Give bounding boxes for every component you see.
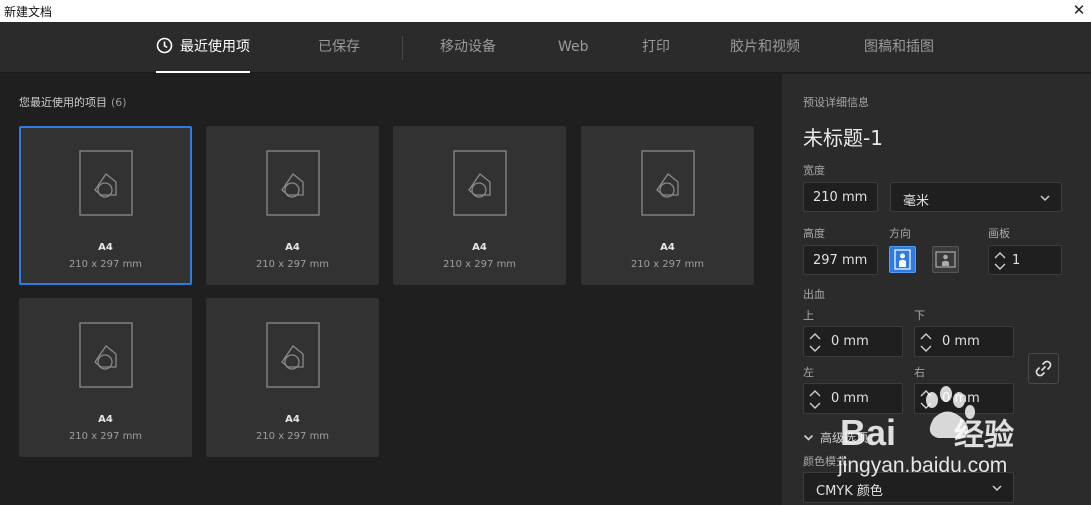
landscape-orientation-button[interactable] — [932, 246, 959, 273]
preset-name: A4 — [98, 242, 113, 253]
preset-card[interactable]: A4 210 x 297 mm — [393, 126, 566, 285]
bleed-right-value: 0 mm — [942, 391, 980, 406]
bleed-left-value: 0 mm — [831, 391, 869, 406]
bleed-top-label: 上 — [803, 309, 814, 322]
document-shapes-icon — [265, 322, 320, 388]
tab-art-illustration[interactable]: 图稿和插图 — [864, 22, 934, 73]
width-label: 宽度 — [803, 164, 825, 177]
tab-saved[interactable]: 已保存 — [318, 22, 360, 73]
chevron-down-icon — [803, 434, 814, 441]
advanced-options-toggle[interactable]: 高级选项 — [803, 429, 868, 446]
stepper-arrows-icon[interactable] — [807, 387, 823, 412]
link-chain-icon — [1035, 360, 1052, 377]
preset-name: A4 — [98, 414, 113, 425]
bleed-top-input[interactable]: 0 mm — [803, 326, 903, 357]
color-mode-value: CMYK 颜色 — [816, 484, 883, 499]
preset-card[interactable]: A4 210 x 297 mm — [206, 298, 379, 457]
preset-card[interactable]: A4 210 x 297 mm — [19, 298, 192, 457]
bleed-bottom-input[interactable]: 0 mm — [914, 326, 1014, 357]
unit-value: 毫米 — [903, 194, 930, 209]
preset-size: 210 x 297 mm — [255, 259, 330, 270]
preset-name: A4 — [660, 242, 675, 253]
document-shapes-icon — [452, 150, 507, 216]
recent-count: (6) — [111, 96, 127, 109]
window-title-bar: 新建文档 ✕ — [0, 0, 1091, 22]
bleed-left-label: 左 — [803, 366, 814, 379]
document-shapes-icon — [265, 150, 320, 216]
preset-size: 210 x 297 mm — [442, 259, 517, 270]
tab-divider — [402, 36, 403, 60]
chevron-down-icon — [1040, 195, 1050, 202]
recent-heading: 您最近使用的项目 (6) — [19, 94, 127, 110]
tab-print[interactable]: 打印 — [642, 22, 670, 73]
stepper-arrows-icon[interactable] — [992, 249, 1008, 273]
stepper-arrows-icon[interactable] — [918, 330, 934, 355]
tab-recent[interactable]: 最近使用项 — [156, 22, 250, 73]
preset-size: 210 x 297 mm — [68, 431, 143, 442]
bleed-label: 出血 — [803, 288, 825, 301]
advanced-options-label: 高级选项 — [820, 431, 869, 445]
clock-icon — [156, 37, 173, 54]
category-tab-bar: 最近使用项 已保存 移动设备 Web 打印 胶片和视频 图稿和插图 — [0, 22, 1091, 73]
document-shapes-icon — [78, 150, 133, 216]
preset-details-label: 预设详细信息 — [803, 96, 869, 109]
document-shapes-icon — [640, 150, 695, 216]
preset-size: 210 x 297 mm — [68, 259, 143, 270]
height-label: 高度 — [803, 227, 825, 240]
unit-select[interactable]: 毫米 — [890, 182, 1062, 212]
stepper-arrows-icon[interactable] — [918, 387, 934, 412]
artboards-value: 1 — [1012, 253, 1021, 268]
tab-mobile[interactable]: 移动设备 — [440, 22, 496, 73]
tab-recent-label: 最近使用项 — [180, 39, 250, 55]
portrait-person-icon — [894, 249, 911, 270]
stepper-arrows-icon[interactable] — [807, 330, 823, 355]
color-mode-label: 颜色模式 — [803, 455, 847, 468]
height-input[interactable]: 297 mm — [803, 245, 878, 275]
window-title: 新建文档 — [4, 5, 53, 19]
bleed-right-label: 右 — [914, 366, 925, 379]
document-shapes-icon — [78, 322, 133, 388]
color-mode-select[interactable]: CMYK 颜色 — [803, 472, 1014, 503]
tab-film-video[interactable]: 胶片和视频 — [730, 22, 800, 73]
height-value: 297 mm — [813, 253, 868, 268]
artboards-label: 画板 — [988, 227, 1010, 240]
recent-items-area: 您最近使用的项目 (6) A4 210 x 297 mm A4 210 x 297… — [0, 74, 782, 505]
recent-heading-label: 您最近使用的项目 — [19, 96, 107, 109]
preset-card[interactable]: A4 210 x 297 mm — [19, 126, 192, 285]
chevron-down-icon — [992, 485, 1002, 492]
preset-size: 210 x 297 mm — [630, 259, 705, 270]
artboards-stepper[interactable]: 1 — [988, 245, 1062, 275]
active-tab-underline — [156, 71, 250, 73]
bleed-bottom-label: 下 — [914, 309, 925, 322]
bleed-top-value: 0 mm — [831, 334, 869, 349]
width-value: 210 mm — [813, 190, 868, 205]
bleed-right-input[interactable]: 0 mm — [914, 383, 1014, 414]
preset-card[interactable]: A4 210 x 297 mm — [206, 126, 379, 285]
document-name-input[interactable]: 未标题-1 — [803, 122, 883, 151]
preset-card[interactable]: A4 210 x 297 mm — [581, 126, 754, 285]
preset-name: A4 — [472, 242, 487, 253]
close-icon[interactable]: ✕ — [1071, 1, 1087, 19]
preset-name: A4 — [285, 242, 300, 253]
width-input[interactable]: 210 mm — [803, 182, 878, 212]
preset-size: 210 x 297 mm — [255, 431, 330, 442]
orientation-label: 方向 — [889, 227, 911, 240]
link-bleed-button[interactable] — [1028, 353, 1059, 384]
landscape-person-icon — [935, 251, 956, 268]
preset-details-panel: 预设详细信息 未标题-1 宽度 210 mm 毫米 高度 297 mm 方向 画… — [782, 74, 1091, 505]
tab-web[interactable]: Web — [558, 22, 589, 73]
bleed-bottom-value: 0 mm — [942, 334, 980, 349]
preset-name: A4 — [285, 414, 300, 425]
bleed-left-input[interactable]: 0 mm — [803, 383, 903, 414]
portrait-orientation-button[interactable] — [889, 246, 916, 273]
